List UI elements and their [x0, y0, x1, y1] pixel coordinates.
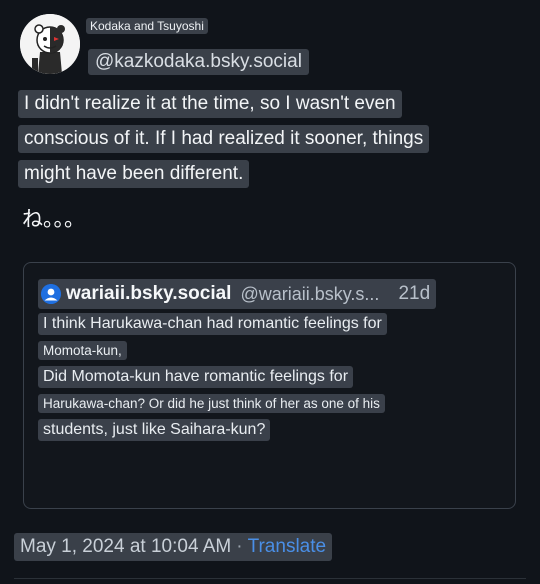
- author-avatar[interactable]: [20, 14, 80, 74]
- quoted-post-body: I think Harukawa-chan had romantic feeli…: [38, 313, 387, 447]
- quoted-post-header: wariaii.bsky.social @wariaii.bsky.s... 2…: [38, 279, 437, 309]
- post-text-line: I didn't realize it at the time, so I wa…: [18, 90, 402, 118]
- quoted-text-line: I think Harukawa-chan had romantic feeli…: [38, 313, 387, 335]
- author-display-name[interactable]: Kodaka and Tsuyoshi: [86, 18, 208, 34]
- default-user-icon: [41, 284, 61, 304]
- author-handle[interactable]: @kazkodaka.bsky.social: [88, 49, 309, 75]
- quoted-text-line: students, just like Saihara-kun?: [38, 419, 271, 441]
- monochrome-bear-icon: [20, 14, 80, 74]
- translate-link[interactable]: Translate: [248, 536, 327, 557]
- quoted-post-time: 21d: [398, 283, 431, 304]
- quoted-author-name[interactable]: wariaii.bsky.social: [66, 283, 231, 305]
- post-text-line: conscious of it. If I had realized it so…: [18, 125, 430, 153]
- post-text-line: might have been different.: [18, 160, 250, 188]
- quoted-post-card[interactable]: wariaii.bsky.social @wariaii.bsky.s... 2…: [23, 262, 516, 509]
- quoted-text-line: Did Momota-kun have romantic feelings fo…: [38, 366, 354, 388]
- footer-separator: ·: [236, 536, 243, 557]
- post-timestamp: May 1, 2024 at 10:04 AM: [20, 536, 232, 557]
- post-footer: May 1, 2024 at 10:04 AM · Translate: [14, 533, 333, 561]
- quoted-text-line: Harukawa-chan? Or did he just think of h…: [38, 394, 385, 413]
- post-trailing-text: ね。。。: [22, 207, 85, 231]
- divider: [14, 578, 526, 579]
- quoted-author-handle[interactable]: @wariaii.bsky.s...: [240, 284, 379, 305]
- post-body: I didn't realize it at the time, so I wa…: [18, 90, 430, 195]
- quoted-text-line: Momota-kun,: [38, 341, 127, 360]
